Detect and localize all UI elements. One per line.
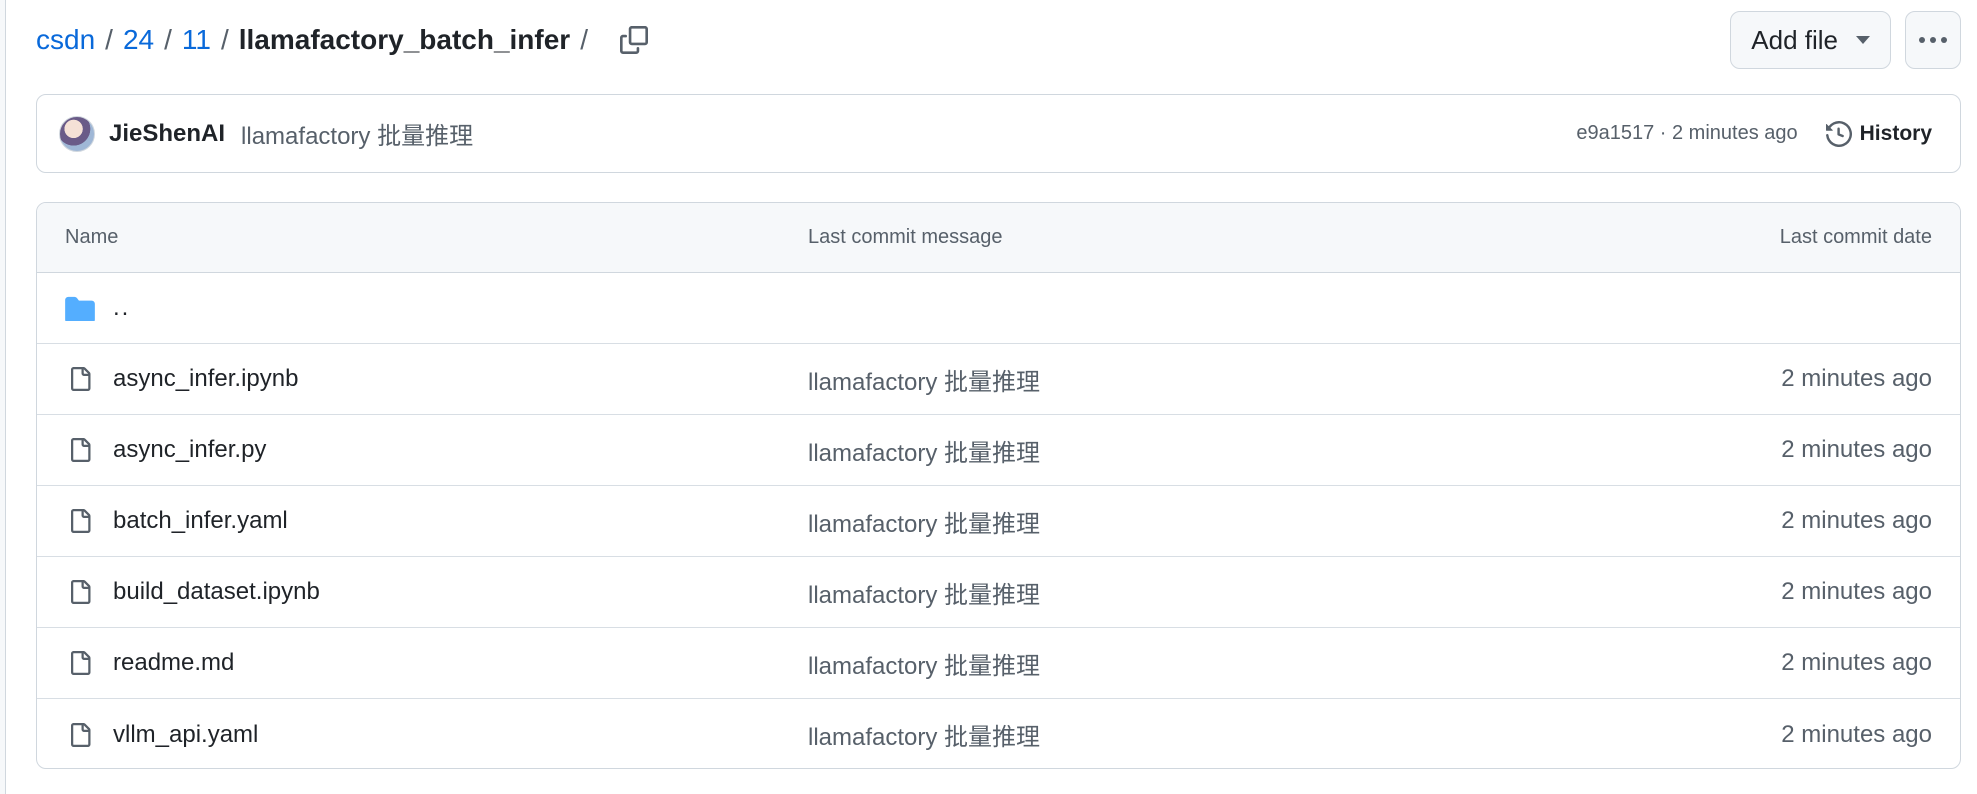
breadcrumb: csdn / 24 / 11 / llamafactory_batch_infe… xyxy=(36,10,654,70)
avatar[interactable] xyxy=(59,115,95,152)
file-commit-message[interactable]: llamafactory 批量推理 xyxy=(808,369,1040,396)
latest-commit-bar: JieShenAI llamafactory 批量推理 e9a1517 · 2 … xyxy=(36,94,1961,173)
file-commit-date: 2 minutes ago xyxy=(1781,365,1932,392)
commit-details: e9a1517 · 2 minutes ago History xyxy=(1576,120,1932,147)
breadcrumb-trailing-separator: / xyxy=(580,24,588,55)
table-row: readme.md llamafactory 批量推理 2 minutes ag… xyxy=(37,628,1960,699)
file-icon xyxy=(65,364,95,394)
table-row-parent-directory[interactable]: .. xyxy=(37,273,1960,344)
commit-summary: JieShenAI llamafactory 批量推理 xyxy=(59,115,473,152)
commit-hash-and-time[interactable]: e9a1517 · 2 minutes ago xyxy=(1576,122,1797,145)
breadcrumb-current-folder: llamafactory_batch_infer xyxy=(238,24,571,55)
history-button[interactable]: History xyxy=(1825,120,1932,147)
commit-message[interactable]: llamafactory 批量推理 xyxy=(241,116,473,151)
file-name-link[interactable]: readme.md xyxy=(113,649,234,677)
file-navigation-header: csdn / 24 / 11 / llamafactory_batch_infe… xyxy=(36,10,1961,70)
copy-path-button[interactable] xyxy=(614,20,654,60)
table-row: vllm_api.yaml llamafactory 批量推理 2 minute… xyxy=(37,699,1960,768)
more-options-button[interactable] xyxy=(1905,11,1961,69)
file-commit-message[interactable]: llamafactory 批量推理 xyxy=(808,653,1040,680)
add-file-label: Add file xyxy=(1751,24,1838,55)
file-table: Name Last commit message Last commit dat… xyxy=(36,202,1961,769)
column-header-name: Name xyxy=(65,226,119,248)
file-name-link[interactable]: async_infer.ipynb xyxy=(113,365,298,393)
table-header: Name Last commit message Last commit dat… xyxy=(37,203,1960,273)
file-icon xyxy=(65,720,95,750)
breadcrumb-item-repo[interactable]: csdn xyxy=(36,10,95,70)
file-icon xyxy=(65,506,95,536)
file-name-link[interactable]: vllm_api.yaml xyxy=(113,721,258,749)
file-commit-date: 2 minutes ago xyxy=(1781,720,1932,748)
file-icon xyxy=(65,648,95,678)
breadcrumb-separator: / xyxy=(164,24,172,55)
column-header-date: Last commit date xyxy=(1779,226,1932,248)
commit-author[interactable]: JieShenAI xyxy=(109,120,225,148)
breadcrumb-item-11[interactable]: 11 xyxy=(182,10,211,70)
file-commit-date: 2 minutes ago xyxy=(1781,649,1932,676)
breadcrumb-separator: / xyxy=(220,24,229,55)
parent-directory-link[interactable]: .. xyxy=(113,294,130,322)
column-header-message: Last commit message xyxy=(808,226,1003,248)
table-row: build_dataset.ipynb llamafactory 批量推理 2 … xyxy=(37,557,1960,628)
file-commit-date: 2 minutes ago xyxy=(1781,436,1932,463)
table-row: async_infer.py llamafactory 批量推理 2 minut… xyxy=(37,415,1960,486)
file-icon xyxy=(65,435,95,465)
file-name-link[interactable]: build_dataset.ipynb xyxy=(113,578,320,606)
file-commit-date: 2 minutes ago xyxy=(1781,507,1932,534)
file-name-link[interactable]: batch_infer.yaml xyxy=(113,507,288,535)
table-row: batch_infer.yaml llamafactory 批量推理 2 min… xyxy=(37,486,1960,557)
header-actions: Add file xyxy=(1730,11,1961,69)
left-edge xyxy=(0,0,6,794)
file-commit-message[interactable]: llamafactory 批量推理 xyxy=(808,440,1040,467)
repo-content: csdn / 24 / 11 / llamafactory_batch_infe… xyxy=(36,0,1961,794)
history-label: History xyxy=(1859,121,1932,145)
file-commit-date: 2 minutes ago xyxy=(1781,578,1932,605)
folder-icon xyxy=(65,293,95,323)
file-icon xyxy=(65,577,95,607)
kebab-horizontal-icon xyxy=(1919,37,1947,43)
file-commit-message[interactable]: llamafactory 批量推理 xyxy=(808,511,1040,538)
file-name-link[interactable]: async_infer.py xyxy=(113,436,266,464)
table-row: async_infer.ipynb llamafactory 批量推理 2 mi… xyxy=(37,344,1960,415)
history-icon xyxy=(1825,120,1852,147)
file-commit-message[interactable]: llamafactory 批量推理 xyxy=(808,582,1040,609)
file-commit-message[interactable]: llamafactory 批量推理 xyxy=(808,724,1040,751)
breadcrumb-separator: / xyxy=(105,24,113,55)
add-file-button[interactable]: Add file xyxy=(1730,11,1891,69)
caret-down-icon xyxy=(1856,36,1870,44)
copy-icon xyxy=(619,26,648,54)
breadcrumb-item-24[interactable]: 24 xyxy=(123,10,154,70)
